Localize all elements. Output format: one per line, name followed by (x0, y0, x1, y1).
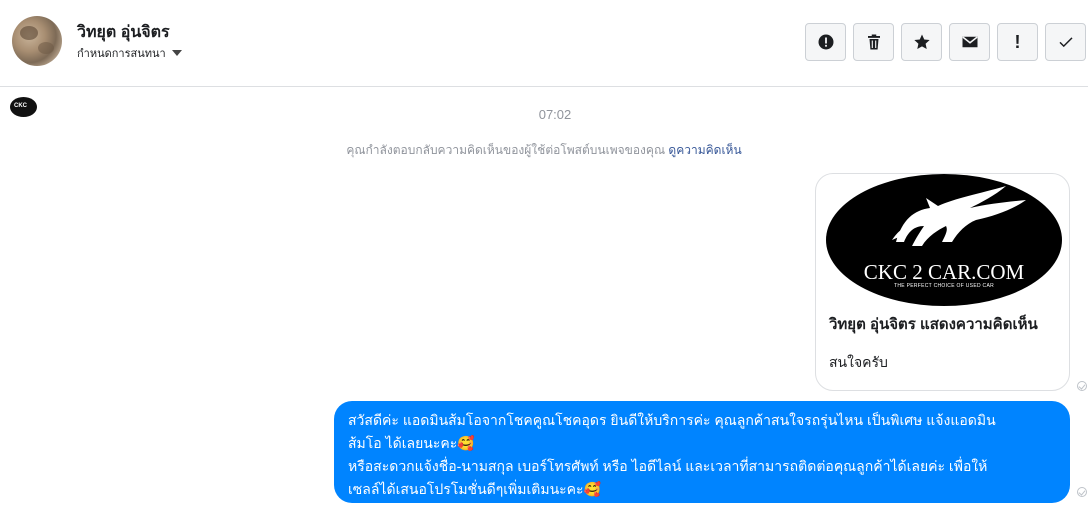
post-image: CKC 2 CAR.COM THE PERFECT CHOICE OF USED… (826, 174, 1062, 306)
seen-indicator-icon (1077, 381, 1087, 391)
assign-conversation-dropdown[interactable]: กำหนดการสนทนา (77, 44, 182, 62)
done-button[interactable] (1045, 23, 1086, 61)
alert-circle-icon (818, 34, 833, 50)
reply-line-2: ส้มโอ ได้เลยนะคะ🥰 (348, 435, 475, 451)
assign-label: กำหนดการสนทนา (77, 48, 166, 60)
mark-unread-button[interactable] (949, 23, 990, 61)
reply-line-3: หรือสะดวกแจ้งชื่อ-นามสกุล เบอร์โทรศัพท์ … (348, 458, 988, 474)
conversation-header: วิทยุต อุ่นจิตร กำหนดการสนทนา ! (0, 0, 1088, 87)
exclamation-icon: ! (1014, 31, 1021, 52)
brand-tagline: THE PERFECT CHOICE OF USED CAR (893, 283, 995, 289)
comment-card[interactable]: CKC 2 CAR.COM THE PERFECT CHOICE OF USED… (815, 173, 1070, 391)
delete-button[interactable] (853, 23, 894, 61)
user-name[interactable]: วิทยุต อุ่นจิตร (77, 20, 170, 45)
reply-line-4: เซลล์ได้เสนอโปรโมชั่นดีๆเพิ่มเติมนะคะ🥰 (348, 481, 601, 497)
seen-indicator-icon (1077, 487, 1087, 497)
trash-icon (867, 34, 880, 50)
reply-message-bubble: สวัสดีค่ะ แอดมินส้มโอจากโชคคูณโชคอุดร ยิ… (334, 401, 1070, 503)
comment-title: วิทยุต อุ่นจิตร แสดงความคิดเห็น (829, 316, 1038, 333)
check-icon (1058, 37, 1073, 48)
caret-down-icon (171, 50, 182, 56)
spam-button[interactable] (805, 23, 846, 61)
star-icon (913, 34, 930, 50)
notice-text: คุณกำลังตอบกลับความคิดเห็นของผู้ใช้ต่อโพ… (346, 143, 666, 157)
follow-up-button[interactable]: ! (997, 23, 1038, 61)
message-timestamp: 07:02 (538, 107, 572, 122)
brand-name: CKC 2 CAR.COM (863, 260, 1025, 284)
star-button[interactable] (901, 23, 942, 61)
conversation-toolbar: ! (805, 23, 1086, 61)
comment-reply-notice: คุณกำลังตอบกลับความคิดเห็นของผู้ใช้ต่อโพ… (0, 141, 1088, 160)
view-comment-link[interactable]: ดูความคิดเห็น (668, 143, 741, 157)
envelope-icon (961, 36, 978, 48)
comment-text: สนใจครับ (829, 354, 888, 370)
user-avatar[interactable] (12, 16, 62, 66)
reply-line-1: สวัสดีค่ะ แอดมินส้มโอจากโชคคูณโชคอุดร ยิ… (348, 412, 996, 428)
pegasus-logo-icon (892, 186, 1026, 246)
